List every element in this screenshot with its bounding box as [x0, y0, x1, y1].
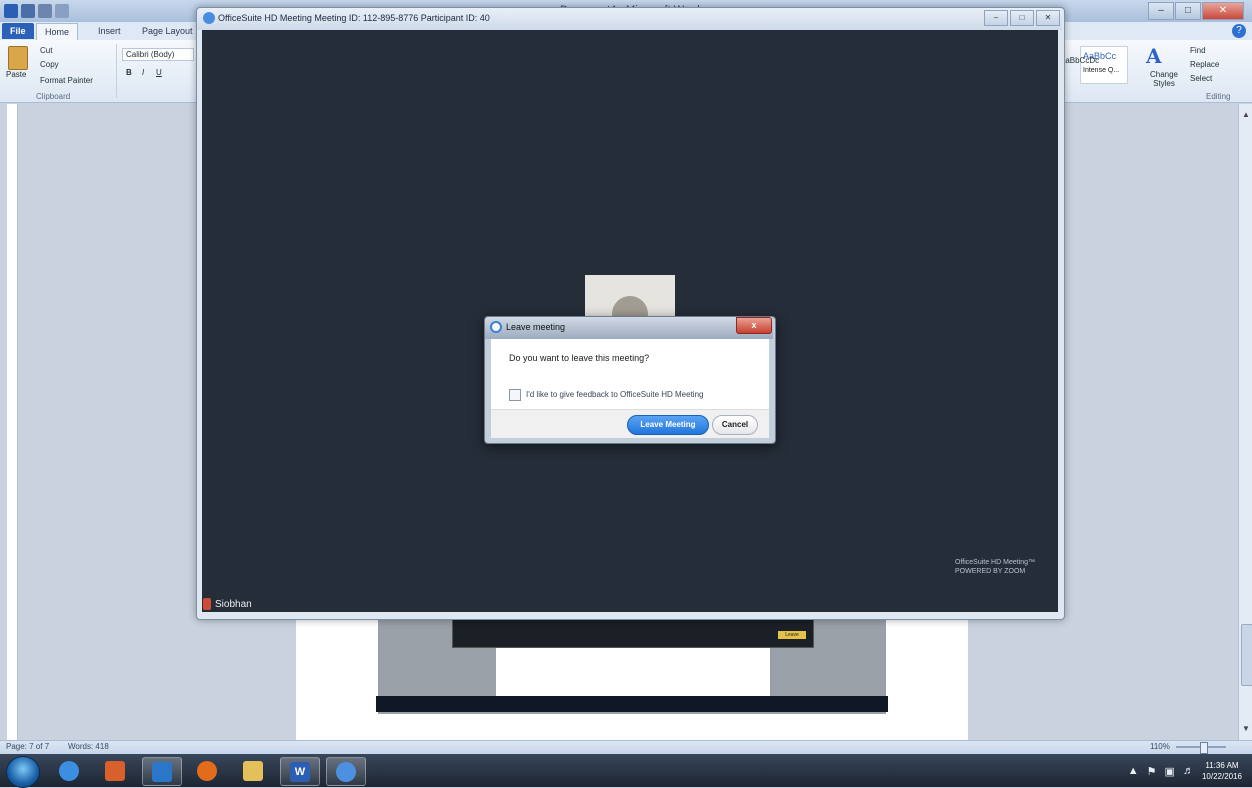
- participant-label: Siobhan: [203, 598, 252, 610]
- meeting-brand: OfficeSuite HD Meeting™ POWERED BY ZOOM: [955, 558, 1035, 576]
- save-icon[interactable]: [21, 4, 35, 18]
- word-icon: W: [290, 762, 310, 782]
- zoom-slider-knob[interactable]: [1200, 742, 1208, 754]
- redo-icon[interactable]: [55, 4, 69, 18]
- meeting-icon: [336, 762, 356, 782]
- change-styles-icon[interactable]: A: [1146, 44, 1162, 68]
- cut-button[interactable]: Cut: [40, 46, 52, 55]
- scroll-up-icon[interactable]: ▲: [1241, 110, 1251, 120]
- embedded-screenshot-area: [496, 644, 770, 696]
- undo-icon[interactable]: [38, 4, 52, 18]
- bold-button[interactable]: B: [126, 68, 132, 77]
- paste-icon[interactable]: [8, 46, 28, 70]
- network-icon[interactable]: ▣: [1165, 765, 1175, 778]
- meeting-minimize-button[interactable]: –: [984, 10, 1008, 26]
- system-tray: ▲ ⚑ ▣ ♬ 11:36 AM 10/22/2016: [1128, 756, 1242, 786]
- feedback-label[interactable]: I'd like to give feedback to OfficeSuite…: [526, 390, 703, 399]
- minimize-button[interactable]: –: [1148, 2, 1174, 20]
- embedded-taskbar: [376, 696, 888, 712]
- word-window-controls: – □ ✕: [1148, 2, 1244, 20]
- word-app-icon[interactable]: [4, 4, 18, 18]
- show-hidden-icons-icon[interactable]: ▲: [1128, 765, 1139, 777]
- chrome-icon: [59, 761, 79, 781]
- feedback-checkbox[interactable]: [509, 389, 521, 401]
- zoom-level[interactable]: 110%: [1150, 742, 1170, 751]
- participant-name: Siobhan: [215, 598, 252, 610]
- outlook-icon: [152, 762, 172, 782]
- taskbar-app-outlook[interactable]: [142, 757, 182, 786]
- meeting-maximize-button[interactable]: □: [1010, 10, 1034, 26]
- dialog-logo-icon: [490, 321, 502, 333]
- taskbar-app-explorer[interactable]: [234, 757, 272, 784]
- select-button[interactable]: Select: [1190, 74, 1212, 83]
- embedded-leave-button: Leave Meeting: [778, 631, 806, 646]
- firefox-icon: [197, 761, 217, 781]
- replace-button[interactable]: Replace: [1190, 60, 1219, 69]
- meeting-window-controls: – □ ✕: [984, 10, 1060, 26]
- start-button[interactable]: [6, 756, 40, 788]
- quick-access-toolbar: [4, 3, 69, 19]
- format-painter-button[interactable]: Format Painter: [40, 76, 93, 85]
- flag-icon[interactable]: ⚑: [1147, 765, 1157, 778]
- tab-insert[interactable]: Insert: [90, 23, 129, 39]
- taskbar-app-meeting[interactable]: [326, 757, 366, 786]
- scroll-thumb[interactable]: [1241, 624, 1252, 686]
- dialog-question: Do you want to leave this meeting?: [509, 353, 650, 363]
- maximize-button[interactable]: □: [1175, 2, 1201, 20]
- vertical-scrollbar[interactable]: ▲ ▼: [1238, 104, 1252, 740]
- paste-button[interactable]: Paste: [6, 70, 26, 79]
- italic-button[interactable]: I: [142, 68, 144, 77]
- muted-mic-icon: [203, 598, 211, 610]
- taskbar-app-word[interactable]: W: [280, 757, 320, 786]
- help-icon[interactable]: ?: [1232, 24, 1246, 38]
- meeting-close-button[interactable]: ✕: [1036, 10, 1060, 26]
- close-button[interactable]: ✕: [1202, 2, 1244, 20]
- change-styles-button[interactable]: Change Styles: [1148, 70, 1180, 88]
- ribbon-separator: [116, 44, 117, 98]
- volume-icon[interactable]: ♬: [1183, 765, 1194, 777]
- taskbar-app-firefox[interactable]: [188, 757, 226, 784]
- clock-time: 11:36 AM: [1205, 761, 1239, 770]
- taskbar-app-powerpoint[interactable]: [96, 757, 134, 784]
- scroll-down-icon[interactable]: ▼: [1241, 724, 1251, 734]
- meeting-logo-icon: [203, 12, 215, 24]
- editing-group-label: Editing: [1206, 92, 1231, 101]
- style-normal[interactable]: AaBbCc Intense Q...: [1080, 46, 1128, 84]
- vertical-ruler: [7, 104, 18, 740]
- powerpoint-icon: [105, 761, 125, 781]
- taskbar-app-chrome[interactable]: [50, 757, 88, 784]
- font-name-select[interactable]: Calibri (Body): [122, 48, 194, 61]
- brand-powered-by: POWERED BY ZOOM: [955, 568, 1026, 575]
- leave-meeting-button[interactable]: Leave Meeting: [627, 415, 709, 435]
- word-status-bar: Page: 7 of 7 Words: 418 110%: [0, 740, 1252, 755]
- clock-date: 10/22/2016: [1201, 772, 1242, 781]
- meeting-window-title: OfficeSuite HD Meeting Meeting ID: 112-8…: [218, 13, 490, 23]
- underline-button[interactable]: U: [156, 68, 162, 77]
- dialog-close-button[interactable]: x: [736, 317, 772, 334]
- word-count[interactable]: Words: 418: [68, 742, 109, 751]
- tab-page-layout[interactable]: Page Layout: [134, 23, 201, 39]
- cancel-button[interactable]: Cancel: [712, 415, 758, 435]
- clipboard-group-label: Clipboard: [36, 92, 71, 101]
- tab-file[interactable]: File: [2, 23, 34, 39]
- find-button[interactable]: Find: [1190, 46, 1206, 55]
- copy-button[interactable]: Copy: [40, 60, 59, 69]
- tab-home[interactable]: Home: [36, 23, 79, 40]
- page-count[interactable]: Page: 7 of 7: [6, 742, 49, 751]
- clock[interactable]: 11:36 AM 10/22/2016: [1202, 760, 1242, 782]
- folder-icon: [243, 761, 263, 781]
- brand-name: OfficeSuite HD Meeting™: [955, 559, 1036, 566]
- style-prev-sample[interactable]: AaBbCcDc: [1060, 56, 1099, 65]
- dialog-title: Leave meeting: [506, 322, 566, 332]
